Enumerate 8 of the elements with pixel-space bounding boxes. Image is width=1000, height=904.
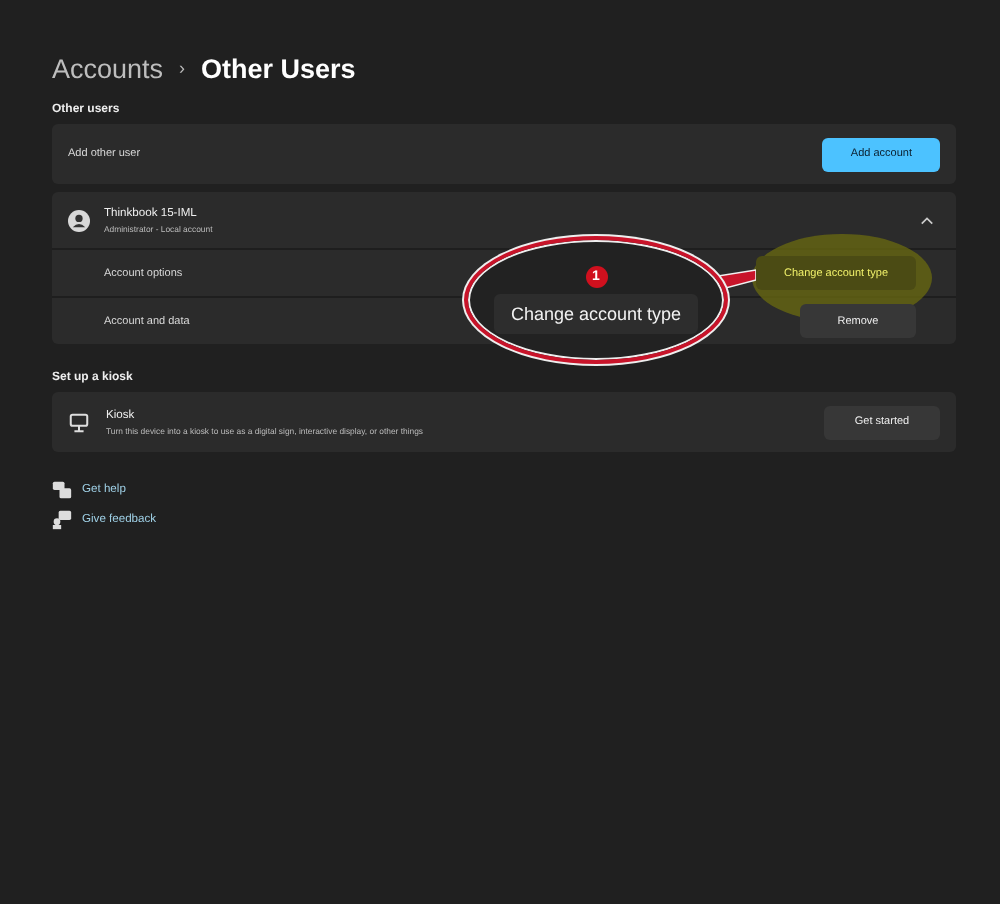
collapse-icon[interactable] (920, 215, 934, 225)
breadcrumb-link[interactable]: Accounts (52, 53, 164, 83)
feedback-icon (52, 510, 72, 530)
page-title: Other Users (201, 53, 356, 83)
user-avatar-icon (68, 209, 90, 231)
help-icon (52, 480, 72, 500)
monitor-icon (68, 411, 90, 433)
chevron-icon: › (179, 58, 186, 78)
